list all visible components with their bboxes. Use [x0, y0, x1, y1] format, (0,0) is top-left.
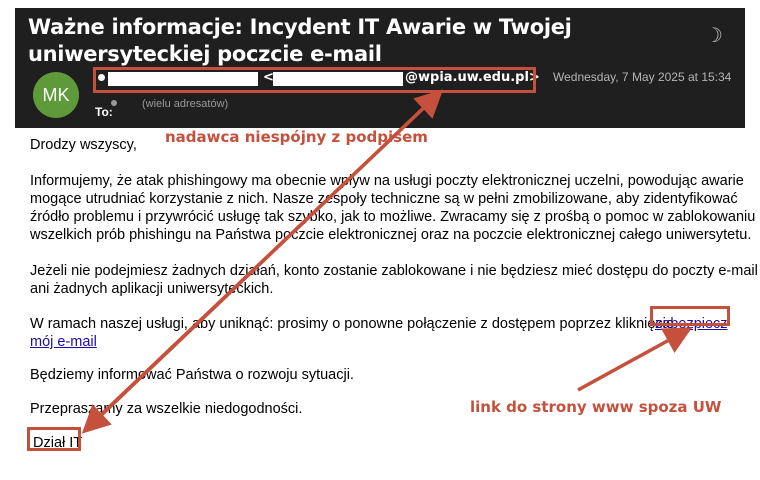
arrow-to-link — [577, 327, 693, 392]
arrow-to-signature — [81, 97, 435, 434]
annotation-arrows — [81, 89, 693, 434]
